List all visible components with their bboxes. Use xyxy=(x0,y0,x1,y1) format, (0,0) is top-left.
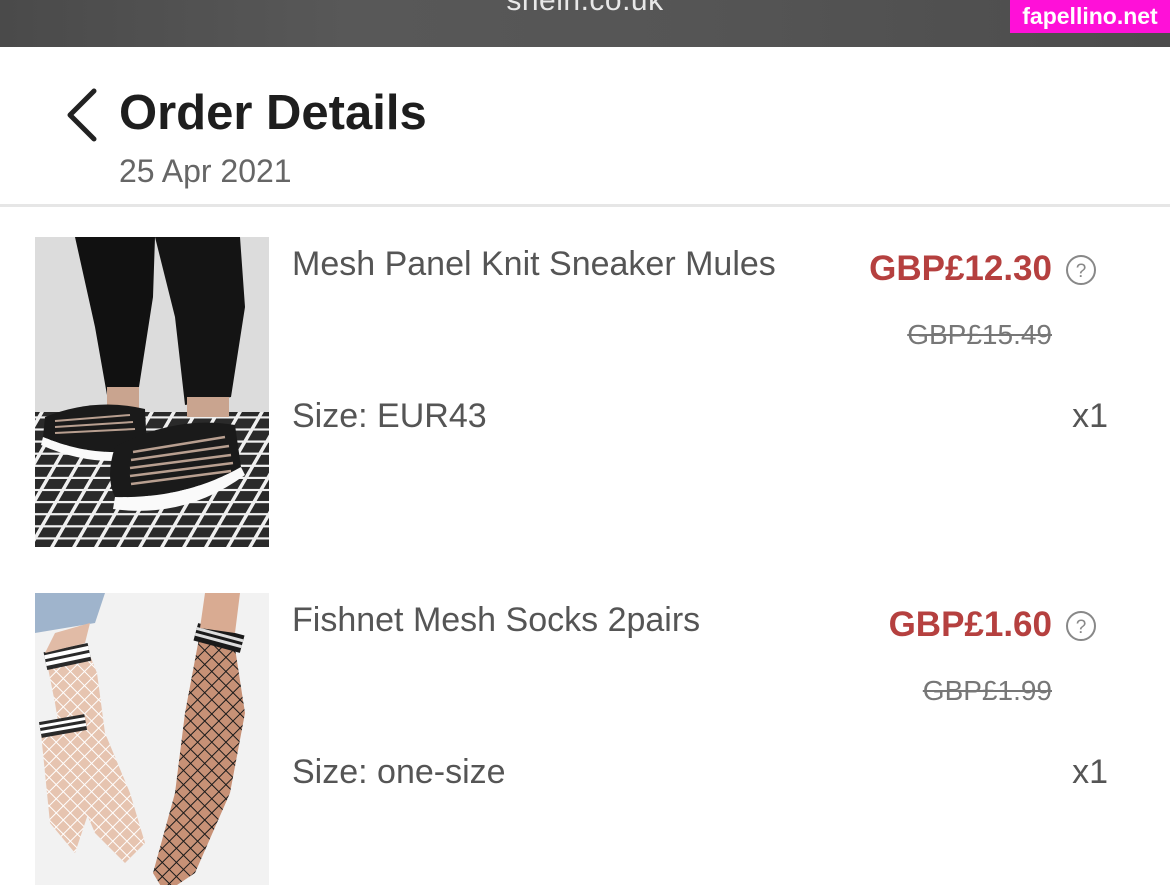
product-quantity: x1 xyxy=(1072,753,1108,791)
header-divider xyxy=(0,204,1170,207)
svg-text:?: ? xyxy=(1076,261,1087,282)
original-price: GBP£1.99 xyxy=(922,675,1052,706)
product-name[interactable]: Fishnet Mesh Socks 2pairs xyxy=(292,601,700,640)
question-circle-icon[interactable]: ? xyxy=(1065,254,1097,286)
page-title: Order Details xyxy=(119,86,427,140)
url-text[interactable]: shein.co.uk xyxy=(0,0,1170,18)
order-header: Order Details 25 Apr 2021 xyxy=(0,47,1170,207)
order-item[interactable]: Fishnet Mesh Socks 2pairs GBP£1.60 ? GBP… xyxy=(0,593,1170,885)
product-price: GBP£12.30 xyxy=(869,249,1052,288)
chevron-left-icon xyxy=(67,88,97,142)
product-image-sneaker-mules[interactable] xyxy=(35,237,269,547)
product-size: Size: one-size xyxy=(292,753,506,791)
question-circle-icon[interactable]: ? xyxy=(1065,610,1097,642)
product-price: GBP£1.60 xyxy=(888,605,1052,644)
order-date: 25 Apr 2021 xyxy=(119,153,292,189)
back-button[interactable] xyxy=(58,87,108,143)
product-quantity: x1 xyxy=(1072,397,1108,435)
order-item[interactable]: Mesh Panel Knit Sneaker Mules GBP£12.30 … xyxy=(0,237,1170,557)
watermark-badge: fapellino.net xyxy=(1010,0,1170,33)
product-name[interactable]: Mesh Panel Knit Sneaker Mules xyxy=(292,245,776,284)
product-size: Size: EUR43 xyxy=(292,397,487,435)
original-price: GBP£15.49 xyxy=(907,319,1052,350)
browser-url-bar[interactable]: shein.co.uk xyxy=(0,0,1170,47)
product-image-fishnet-socks[interactable] xyxy=(35,593,269,885)
svg-text:?: ? xyxy=(1076,617,1087,638)
